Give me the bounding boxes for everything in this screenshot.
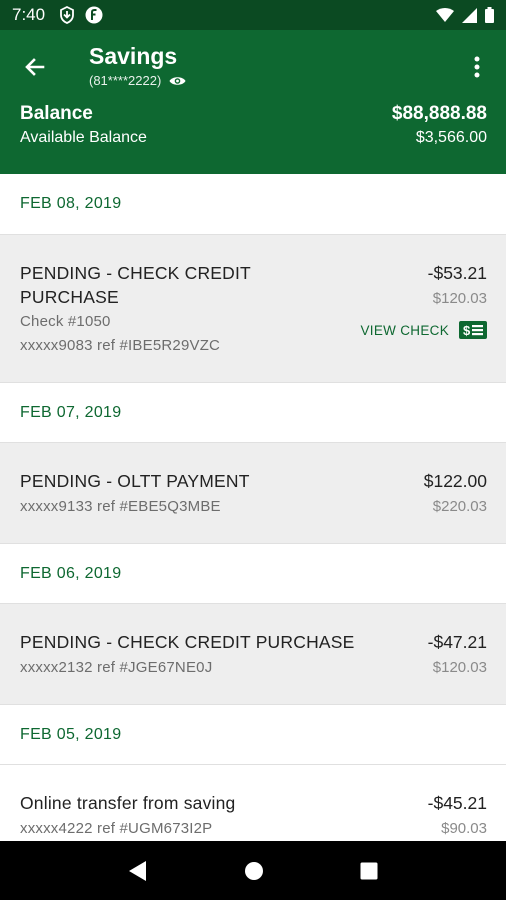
battery-icon [485, 7, 494, 23]
page-title: Savings [89, 43, 178, 69]
shield-download-icon [60, 6, 74, 24]
available-balance-label: Available Balance [20, 129, 147, 146]
transaction-amount: -$45.21 [427, 793, 487, 813]
transaction-description: Online transfer from saving [20, 793, 236, 813]
transaction-amount: $122.00 [423, 471, 487, 491]
transaction-row[interactable]: Online transfer from saving xxxxx4222 re… [0, 764, 506, 841]
running-balance: $120.03 [432, 659, 487, 676]
f-circle-icon [85, 6, 103, 24]
view-check-button[interactable]: VIEW CHECK $ [360, 321, 487, 339]
running-balance: $120.03 [432, 290, 487, 307]
signal-icon [462, 7, 477, 23]
system-nav-bar [0, 841, 506, 900]
check-number: Check #1050 [20, 313, 111, 330]
transaction-description: PENDING - CHECK CREDIT PURCHASE [20, 263, 251, 307]
arrow-left-icon [25, 58, 45, 76]
back-button[interactable] [18, 50, 52, 84]
transaction-reference: xxxxx9083 ref #IBE5R29VZC [20, 337, 221, 354]
toggle-visibility-button[interactable] [169, 75, 186, 87]
transaction-reference: xxxxx9133 ref #EBE5Q3MBE [20, 498, 221, 515]
balance-value: $88,888.88 [391, 103, 487, 124]
eye-icon [169, 76, 186, 85]
balance-label: Balance [20, 103, 93, 124]
transaction-row[interactable]: PENDING - OLTT PAYMENT xxxxx9133 ref #EB… [0, 442, 506, 543]
date-header: FEB 05, 2019 [0, 704, 506, 764]
back-triangle-icon[interactable] [128, 860, 148, 882]
more-vert-icon [474, 56, 480, 78]
transaction-list[interactable]: FEB 08, 2019 PENDING - CHECK CREDIT PURC… [0, 174, 506, 841]
account-number: (81****2222) [89, 73, 162, 88]
transaction-reference: xxxxx2132 ref #JGE67NE0J [20, 659, 213, 676]
recents-square-icon[interactable] [360, 862, 378, 880]
transaction-description: PENDING - CHECK CREDIT PURCHASE [20, 632, 355, 652]
transaction-reference: xxxxx4222 ref #UGM673I2P [20, 820, 213, 837]
transaction-row[interactable]: PENDING - CHECK CREDIT PURCHASE xxxxx213… [0, 603, 506, 704]
transaction-amount: -$47.21 [427, 632, 487, 652]
date-header: FEB 06, 2019 [0, 543, 506, 603]
status-time: 7:40 [12, 5, 46, 24]
overflow-menu-button[interactable] [462, 50, 492, 84]
date-header: FEB 07, 2019 [0, 382, 506, 442]
transaction-description: PENDING - OLTT PAYMENT [20, 471, 250, 491]
home-circle-icon[interactable] [244, 861, 264, 881]
transaction-amount: -$53.21 [427, 263, 487, 283]
view-check-label: VIEW CHECK [360, 322, 449, 338]
running-balance: $220.03 [432, 498, 487, 515]
check-document-icon: $ [459, 321, 487, 339]
svg-text:$: $ [463, 323, 471, 338]
available-balance-value: $3,566.00 [415, 129, 487, 146]
transaction-row[interactable]: PENDING - CHECK CREDIT PURCHASE Check #1… [0, 234, 506, 382]
running-balance: $90.03 [441, 820, 487, 837]
account-number-row: (81****2222) [89, 73, 186, 88]
date-header: FEB 08, 2019 [0, 174, 506, 234]
status-bar: 7:40 [0, 0, 506, 30]
account-header: Savings (81****2222) Balance $88,888.88 … [0, 30, 506, 174]
wifi-icon [436, 8, 454, 22]
